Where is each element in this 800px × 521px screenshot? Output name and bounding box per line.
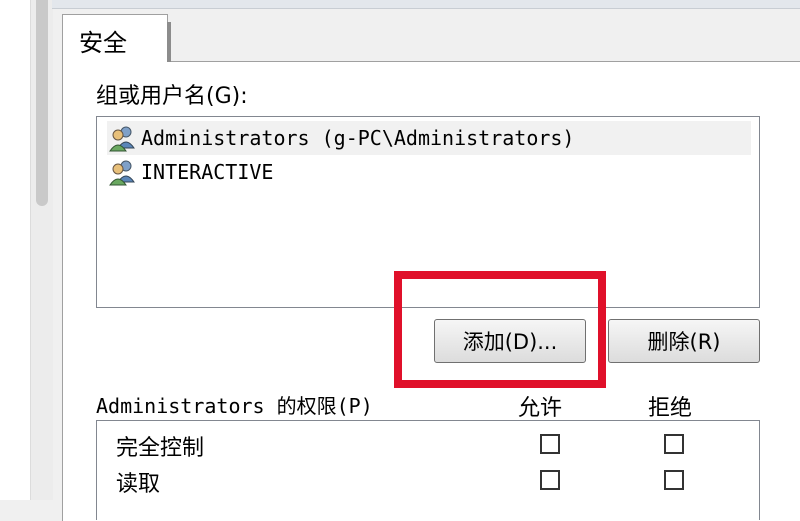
allow-column-header: 允许: [518, 396, 563, 421]
list-item-interactive[interactable]: INTERACTIVE: [107, 155, 751, 189]
group-or-user-names-label: 组或用户名(G):: [96, 84, 248, 109]
scrollbar-thumb[interactable]: [36, 0, 48, 206]
window-top-edge: [52, 0, 800, 9]
user-list[interactable]: Administrators (g-PC\Administrators) INT…: [96, 116, 760, 308]
deny-column-header: 拒绝: [648, 396, 693, 421]
add-button[interactable]: 添加(D)...: [434, 319, 586, 363]
permission-read: 读取: [116, 472, 161, 497]
list-item-administrators[interactable]: Administrators (g-PC\Administrators): [107, 121, 751, 155]
tab-edge: [167, 22, 171, 62]
tab-security[interactable]: 安全: [62, 14, 168, 62]
list-item-label: INTERACTIVE: [141, 160, 274, 184]
left-background: [0, 0, 30, 500]
user-group-icon: [107, 123, 137, 153]
permissions-label: Administrators 的权限(P): [96, 394, 373, 418]
list-item-label: Administrators (g-PC\Administrators): [141, 126, 575, 150]
permission-full-control: 完全控制: [116, 436, 205, 461]
allow-read-checkbox[interactable]: [540, 470, 560, 490]
deny-read-checkbox[interactable]: [664, 470, 684, 490]
allow-full-control-checkbox[interactable]: [540, 434, 560, 454]
user-group-icon: [107, 157, 137, 187]
deny-full-control-checkbox[interactable]: [664, 434, 684, 454]
remove-button[interactable]: 删除(R): [608, 319, 760, 363]
